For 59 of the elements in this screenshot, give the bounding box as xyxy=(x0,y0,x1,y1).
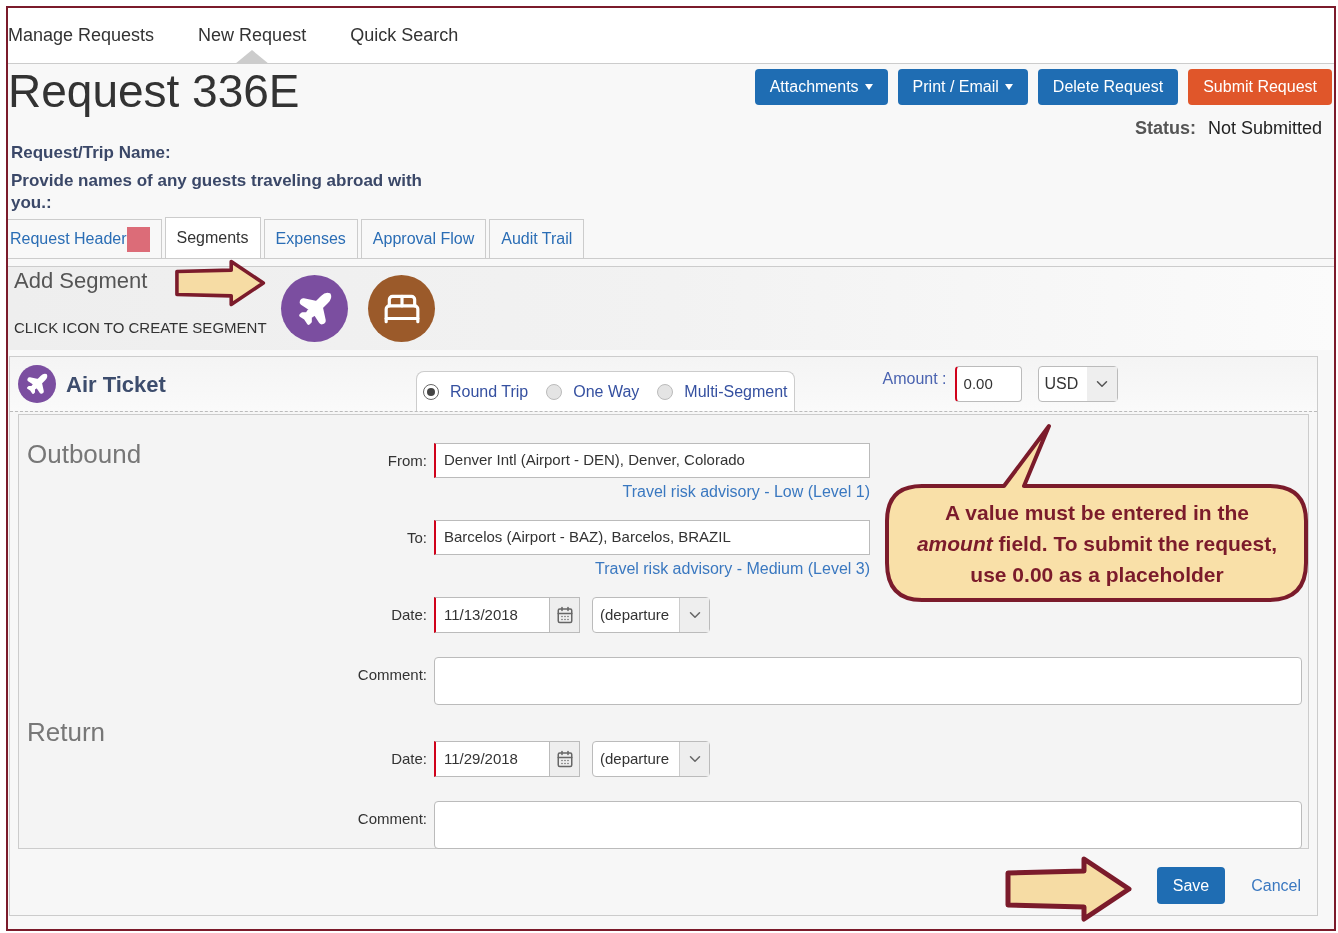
date-field[interactable]: 11/29/2018 xyxy=(434,741,580,777)
chevron-down-icon xyxy=(679,598,709,632)
airport-field[interactable]: Barcelos (Airport - BAZ), Barcelos, BRAZIL xyxy=(434,520,870,555)
caret-icon xyxy=(864,84,873,90)
radio-label[interactable]: One Way xyxy=(573,379,640,404)
tab[interactable]: Approval Flow xyxy=(360,219,487,258)
field-label: Comment: xyxy=(357,810,427,827)
amount-field[interactable]: 0.00 xyxy=(954,366,1022,402)
status-value: Not Submitted xyxy=(1207,117,1322,140)
action-button[interactable]: Delete Request xyxy=(1037,69,1179,105)
calendar-icon[interactable] xyxy=(549,598,579,632)
callout-text: A value must be entered in the amount field. To submit the request, use 0.00 as a placeholder xyxy=(915,499,1279,588)
page-title: Request 336E xyxy=(8,68,300,119)
comment-field[interactable] xyxy=(434,801,1302,849)
field-label: Date: xyxy=(391,750,427,767)
section-title: Outbound xyxy=(26,438,142,471)
field-label: To: xyxy=(407,529,427,546)
radio-button[interactable] xyxy=(657,383,674,400)
tab[interactable]: Request Header xyxy=(8,219,162,258)
field-label: From: xyxy=(387,452,427,469)
radio-label[interactable]: Multi-Segment xyxy=(684,379,788,404)
hint-text: CLICK ICON TO CREATE SEGMENT xyxy=(14,317,268,338)
nav-link[interactable]: New Request xyxy=(198,8,307,63)
nav-link[interactable]: Quick Search xyxy=(350,8,459,63)
time-select[interactable]: (departure xyxy=(592,741,710,777)
radio-label[interactable]: Round Trip xyxy=(450,379,529,404)
section-title: Add Segment xyxy=(14,266,148,295)
advisory-link[interactable]: Travel risk advisory - Low (Level 1) xyxy=(622,480,870,504)
airport-field[interactable]: Denver Intl (Airport - DEN), Denver, Colorado xyxy=(434,443,870,478)
warning-flag-icon xyxy=(126,226,150,252)
field-label: Comment: xyxy=(357,666,427,683)
section-title: Return xyxy=(26,716,106,749)
chevron-down-icon xyxy=(679,742,709,776)
field-label: Date: xyxy=(391,606,427,623)
tab[interactable]: Expenses xyxy=(263,219,358,258)
currency-select[interactable]: USD xyxy=(1037,366,1118,402)
radio-button[interactable] xyxy=(546,383,563,400)
menu-button[interactable]: Print / Email xyxy=(897,69,1028,105)
status-label: Status: xyxy=(1134,117,1196,140)
save-button[interactable]: Save xyxy=(1156,867,1226,904)
nav-link[interactable]: Manage Requests xyxy=(8,8,155,63)
cancel-link[interactable]: Cancel xyxy=(1251,873,1301,898)
time-select[interactable]: (departure xyxy=(592,597,710,633)
comment-field[interactable] xyxy=(434,657,1302,705)
field-label: Provide names of any guests traveling abroad with you.: xyxy=(11,170,423,214)
calendar-icon[interactable] xyxy=(549,742,579,776)
submit-button[interactable]: Submit Request xyxy=(1188,69,1332,105)
advisory-link[interactable]: Travel risk advisory - Medium (Level 3) xyxy=(594,557,870,581)
caret-icon xyxy=(1004,84,1013,90)
field-label: Amount : xyxy=(882,369,947,389)
menu-button[interactable]: Attachments xyxy=(754,69,888,105)
tab[interactable]: Segments xyxy=(164,217,261,258)
date-field[interactable]: 11/13/2018 xyxy=(434,597,580,633)
chevron-down-icon xyxy=(1086,367,1117,401)
field-label: Request/Trip Name: xyxy=(11,142,172,164)
tab[interactable]: Audit Trail xyxy=(489,219,585,258)
radio-button[interactable] xyxy=(423,383,439,400)
plane-icon xyxy=(18,365,56,403)
panel-title: Air Ticket xyxy=(66,370,167,399)
